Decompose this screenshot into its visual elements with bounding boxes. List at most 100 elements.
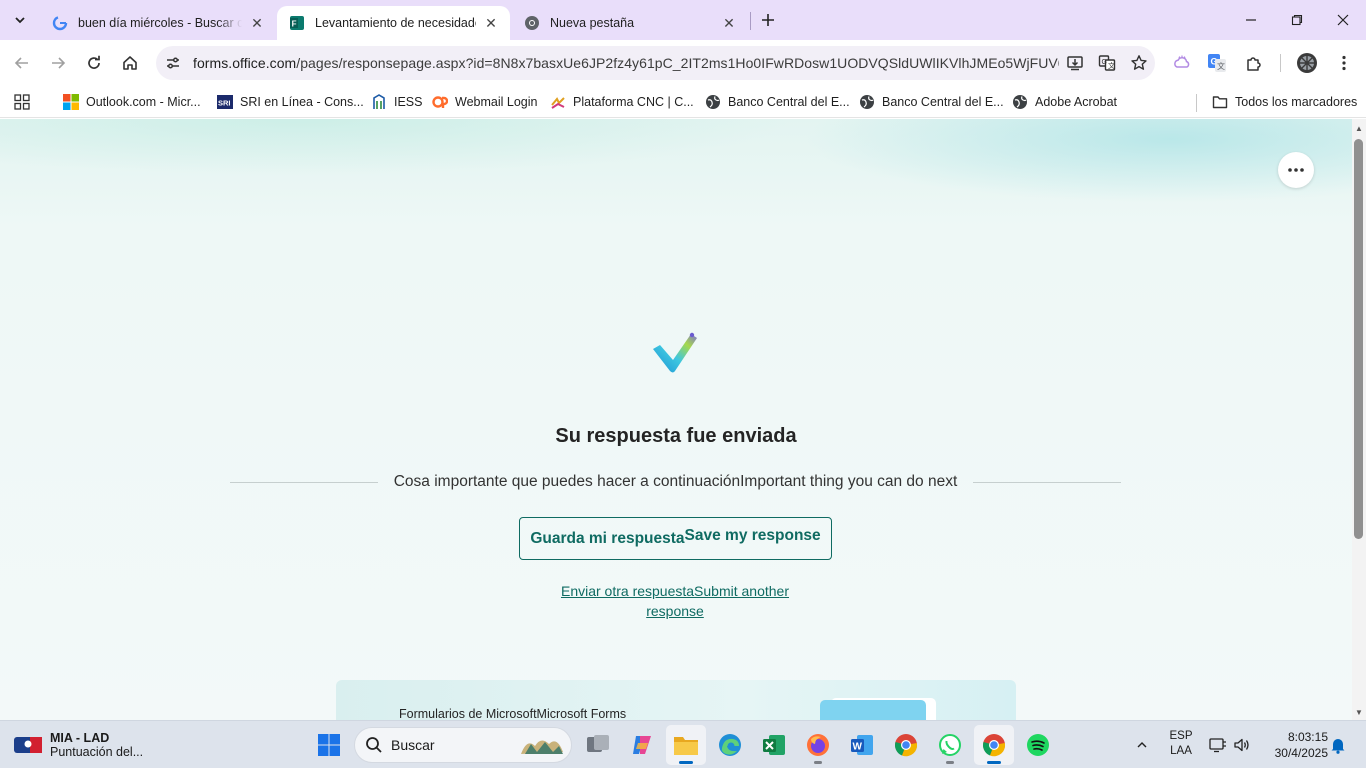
page-scrollbar[interactable]: ▲ ▼ [1352,119,1366,720]
firefox-icon [807,734,829,756]
file-explorer-button[interactable] [666,725,706,765]
running-indicator [987,761,1001,764]
notifications-button[interactable] [1327,733,1349,757]
svg-text:文: 文 [1108,61,1115,70]
home-button[interactable] [116,49,144,77]
translate-icon[interactable]: G文 [1091,46,1123,80]
back-button[interactable] [8,49,36,77]
tab-new[interactable]: Nueva pestaña ✕ [512,6,748,40]
clock-date: 30/4/2025 [1274,746,1328,760]
input-language-indicator[interactable]: ESP LAA [1166,729,1196,759]
search-highlight-icon [521,740,563,754]
install-app-icon[interactable] [1059,46,1091,80]
start-button[interactable] [309,725,349,765]
whatsapp-button[interactable] [930,725,970,765]
excel-button[interactable] [754,725,794,765]
address-bar[interactable]: forms.office.com/pages/responsepage.aspx… [156,46,1155,80]
plus-icon [762,14,774,26]
word-button[interactable]: W [842,725,882,765]
profile-avatar[interactable] [1293,49,1321,77]
url-path: /pages/responsepage.aspx?id=8N8x7basxUe6… [296,55,1059,71]
firefox-button[interactable] [798,725,838,765]
divider-line [230,481,378,483]
bookmark-webmail[interactable]: Webmail Login [432,90,537,114]
sri-icon: SRI [217,94,233,110]
system-clock[interactable]: 8:03:15 30/4/2025 [1258,729,1328,761]
scroll-up-icon[interactable]: ▲ [1354,123,1364,133]
more-horizontal-icon [1288,168,1304,172]
new-tab-button[interactable] [756,8,780,32]
reload-icon [88,55,100,69]
submit-another-response-link[interactable]: Enviar otra respuestaSubmit another resp… [555,581,795,621]
iess-icon [371,94,387,110]
running-indicator [679,761,693,764]
network-icon[interactable] [1207,733,1229,757]
site-info-icon[interactable] [156,46,190,80]
chrome-profile-button[interactable] [974,725,1014,765]
bookmarks-bar: Outlook.com - Micr... SRI SRI en Línea -… [0,86,1366,118]
apps-button[interactable] [14,90,37,114]
close-icon[interactable]: ✕ [248,14,266,32]
save-my-response-button[interactable]: Guarda mi respuesta Save my response [519,517,832,560]
bookmark-outlook[interactable]: Outlook.com - Micr... [63,90,201,114]
bookmark-banco-central-1[interactable]: Banco Central del E... [705,90,850,114]
bookmark-label: SRI en Línea - Cons... [240,95,364,109]
tab-title: Levantamiento de necesidades [315,16,476,30]
copilot-button[interactable] [622,725,662,765]
bookmark-sri[interactable]: SRI SRI en Línea - Cons... [217,90,364,114]
show-hidden-icons-button[interactable] [1130,733,1154,757]
task-view-button[interactable] [578,725,618,765]
tab-separator [750,12,751,30]
news-widget[interactable]: MIA - LAD Puntuación del... [14,727,143,763]
bookmarks-separator [1196,94,1197,112]
bookmark-iess[interactable]: IESS [371,90,423,114]
bookmark-label: IESS [394,95,423,109]
svg-text:F: F [292,20,297,29]
bookmark-banco-central-2[interactable]: Banco Central del E... [859,90,1004,114]
word-icon: W [851,735,873,755]
bookmark-cnc[interactable]: Plataforma CNC | C... [550,90,694,114]
taskbar-search-box[interactable]: Buscar [354,727,572,763]
all-bookmarks-folder[interactable]: Todos los marcadores [1212,90,1357,114]
close-icon[interactable]: ✕ [482,14,500,32]
tab-search-button[interactable] [6,6,34,34]
bookmark-adobe-acrobat[interactable]: Adobe Acrobat [1012,90,1117,114]
widget-subtitle: Puntuación del... [50,745,144,759]
close-window-button[interactable] [1320,0,1366,40]
reload-button[interactable] [80,49,108,77]
all-bookmarks-label: Todos los marcadores [1235,95,1358,109]
search-icon [366,737,382,753]
google-translate-icon[interactable]: G文 [1203,49,1231,77]
extensions-puzzle-icon[interactable] [1240,49,1268,77]
tab-forms[interactable]: F Levantamiento de necesidades ✕ [277,6,510,40]
close-icon [1337,14,1349,26]
restore-button[interactable] [1274,0,1320,40]
extension-cloud-icon[interactable] [1168,49,1196,77]
browser-menu-button[interactable] [1330,49,1358,77]
more-options-button[interactable] [1278,152,1314,188]
google-icon [52,15,68,31]
mlb-logo-icon [14,737,42,753]
globe-icon [1012,94,1028,110]
svg-text:文: 文 [1217,61,1225,71]
tab-google-search[interactable]: buen día miércoles - Buscar con Google ✕ [40,6,276,40]
bookmark-star-icon[interactable] [1123,46,1155,80]
save-label-es: Guarda mi respuesta [530,529,685,547]
minimize-button[interactable] [1228,0,1274,40]
running-indicator [814,761,822,764]
edge-button[interactable] [710,725,750,765]
bookmark-label: Adobe Acrobat [1035,95,1118,109]
forward-button[interactable] [44,49,72,77]
scroll-down-icon[interactable]: ▼ [1354,707,1364,717]
volume-icon[interactable] [1231,733,1253,757]
scrollbar-thumb[interactable] [1354,139,1363,539]
task-view-icon [587,735,609,752]
spotify-button[interactable] [1018,725,1058,765]
clock-time: 8:03:15 [1287,730,1328,744]
kebab-menu-icon [1342,55,1346,71]
chrome-button[interactable] [886,725,926,765]
copilot-icon [633,736,651,754]
bookmark-label: Outlook.com - Micr... [86,95,201,109]
url-text[interactable]: forms.office.com/pages/responsepage.aspx… [193,55,1059,71]
close-icon[interactable]: ✕ [720,14,738,32]
